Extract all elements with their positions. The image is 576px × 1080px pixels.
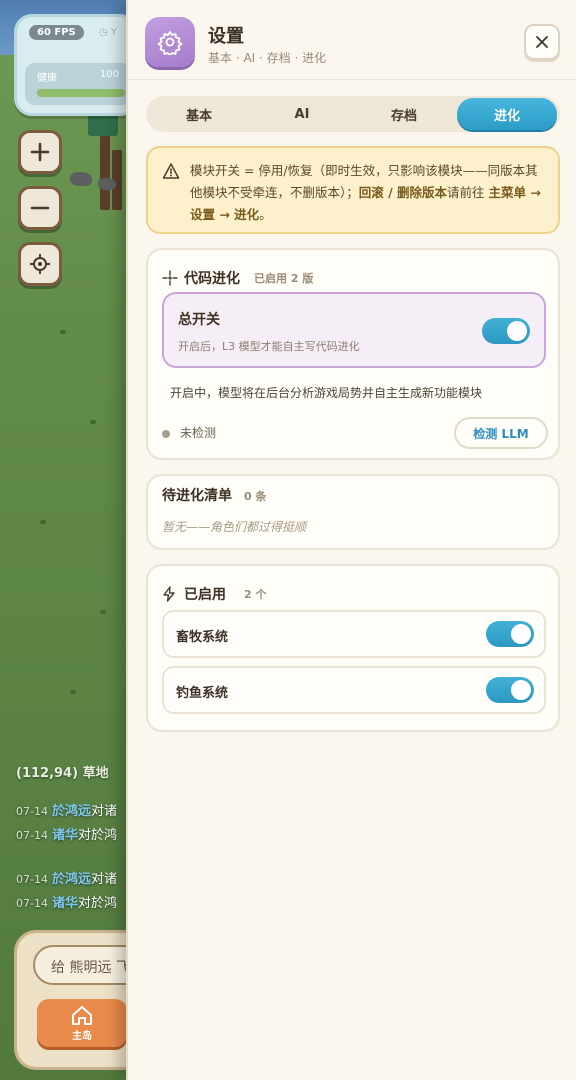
health-value: 100 xyxy=(99,69,119,80)
chat-sender[interactable]: 於鸿远 xyxy=(52,872,91,887)
chat-sender[interactable]: 诸华 xyxy=(52,896,78,911)
evolution-header: 代码进化 已启用 2 版 xyxy=(162,268,313,288)
detect-status-label: 未检测 xyxy=(180,426,217,440)
notice-text-3: 。 xyxy=(259,207,272,222)
chat-line: 07-14 於鸿远对诸 xyxy=(16,868,117,887)
close-icon xyxy=(536,36,548,48)
panel-title: 设置 xyxy=(208,26,244,47)
target-icon xyxy=(30,254,50,274)
health-label: 健康 xyxy=(37,73,57,84)
grass xyxy=(90,420,96,424)
module-row-livestock: 畜牧系统 xyxy=(162,610,546,658)
health-bar-fill xyxy=(37,89,125,97)
master-toggle[interactable] xyxy=(482,318,530,344)
evolution-version-count: 已启用 2 版 xyxy=(254,272,314,285)
tab-basic[interactable]: 基本 xyxy=(149,98,249,130)
detect-status-dot xyxy=(162,430,170,438)
lightning-icon xyxy=(163,586,175,602)
settings-panel: 设置 基本 · AI · 存档 · 进化 基本 AI 存档 进化 模块开关 = … xyxy=(126,0,576,1080)
home-label: 主岛 xyxy=(72,1030,92,1042)
chat-time: 07-14 xyxy=(16,829,48,842)
tab-evolution[interactable]: 进化 xyxy=(457,98,557,130)
grass xyxy=(100,610,106,614)
livestock-toggle[interactable] xyxy=(486,621,534,647)
chat-sender[interactable]: 诸华 xyxy=(52,828,78,843)
panel-header: 设置 基本 · AI · 存档 · 进化 xyxy=(128,0,576,80)
grass xyxy=(60,330,66,334)
pending-count: 0 条 xyxy=(244,490,267,503)
clock-text: Y xyxy=(110,27,118,38)
settings-gear-icon xyxy=(145,17,195,67)
settings-tabs: 基本 AI 存档 进化 xyxy=(146,96,560,132)
master-switch-desc: 开启后，L3 模型才能自主写代码进化 xyxy=(178,340,360,353)
chat-time: 07-14 xyxy=(16,805,48,818)
toggle-knob xyxy=(511,624,531,644)
enabled-header: 已启用 2 个 xyxy=(162,584,266,604)
grass xyxy=(70,690,76,694)
home-island-button[interactable]: 主岛 xyxy=(37,999,127,1047)
toggle-knob xyxy=(507,321,527,341)
notice-text-2: 请前往 xyxy=(447,185,489,200)
health-row: 健康 100 xyxy=(25,63,133,105)
status-hud: 60 FPS ◷ Y 健康 100 xyxy=(14,14,138,116)
chat-text: 对诸 xyxy=(90,872,117,887)
chat-time: 07-14 xyxy=(16,873,48,886)
code-evolution-card: 代码进化 已启用 2 版 总开关 开启后，L3 模型才能自主写代码进化 开启中，… xyxy=(146,248,560,460)
rock xyxy=(98,178,116,190)
clock-readout: ◷ Y xyxy=(99,27,118,38)
fishing-toggle[interactable] xyxy=(486,677,534,703)
evolution-status: 开启中，模型将在后台分析游戏局势并自主生成新功能模块 xyxy=(170,386,483,400)
zoom-out-button[interactable] xyxy=(18,186,62,230)
detect-llm-button[interactable]: 检测 LLM xyxy=(454,417,548,449)
chat-text: 对於鸿 xyxy=(77,828,117,843)
fps-badge: 60 FPS xyxy=(29,25,84,40)
zoom-in-button[interactable] xyxy=(18,130,62,174)
chat-text: 对於鸿 xyxy=(77,896,117,911)
grass xyxy=(40,520,46,524)
enabled-modules-card: 已启用 2 个 畜牧系统 钓鱼系统 xyxy=(146,564,560,732)
health-bar xyxy=(37,89,125,97)
notice-rollback: 回滚 / 删除版本 xyxy=(358,185,448,200)
module-name: 钓鱼系统 xyxy=(176,686,229,701)
chat-line: 07-14 诸华对於鸿 xyxy=(16,824,117,843)
tab-saves[interactable]: 存档 xyxy=(354,98,454,130)
module-row-fishing: 钓鱼系统 xyxy=(162,666,546,714)
locate-button[interactable] xyxy=(18,242,62,286)
pending-title: 待进化清单 xyxy=(162,488,232,504)
pending-empty-text: 暂无——角色们都过得挺顺 xyxy=(162,520,307,534)
panel-subtitle: 基本 · AI · 存档 · 进化 xyxy=(208,51,327,65)
home-icon xyxy=(72,1005,92,1025)
pending-list-card: 待进化清单 0 条 暂无——角色们都过得挺顺 xyxy=(146,474,560,550)
master-switch-box: 总开关 开启后，L3 模型才能自主写代码进化 xyxy=(162,292,546,368)
rock xyxy=(70,172,92,186)
chat-line: 07-14 於鸿远对诸 xyxy=(16,800,117,819)
evolution-title: 代码进化 xyxy=(184,271,240,287)
chat-line: 07-14 诸华对於鸿 xyxy=(16,892,117,911)
master-switch-title: 总开关 xyxy=(178,312,220,328)
enabled-title: 已启用 xyxy=(184,587,226,603)
toggle-knob xyxy=(511,680,531,700)
sparkle-icon xyxy=(162,270,178,286)
module-name: 畜牧系统 xyxy=(176,630,229,645)
plus-icon xyxy=(30,142,50,162)
coordinate-readout: (112,94) 草地 xyxy=(16,766,109,781)
warning-icon xyxy=(162,163,180,179)
close-button[interactable] xyxy=(524,24,560,60)
chat-time: 07-14 xyxy=(16,897,48,910)
gear-icon xyxy=(157,31,183,55)
tab-ai[interactable]: AI xyxy=(252,98,352,130)
minus-icon xyxy=(30,206,50,210)
enabled-count: 2 个 xyxy=(244,588,267,601)
chat-sender[interactable]: 於鸿远 xyxy=(52,804,91,819)
chat-text: 对诸 xyxy=(90,804,117,819)
notice-banner: 模块开关 = 停用/恢复（即时生效，只影响该模块——同版本其他模块不受牵连，不删… xyxy=(146,146,560,234)
